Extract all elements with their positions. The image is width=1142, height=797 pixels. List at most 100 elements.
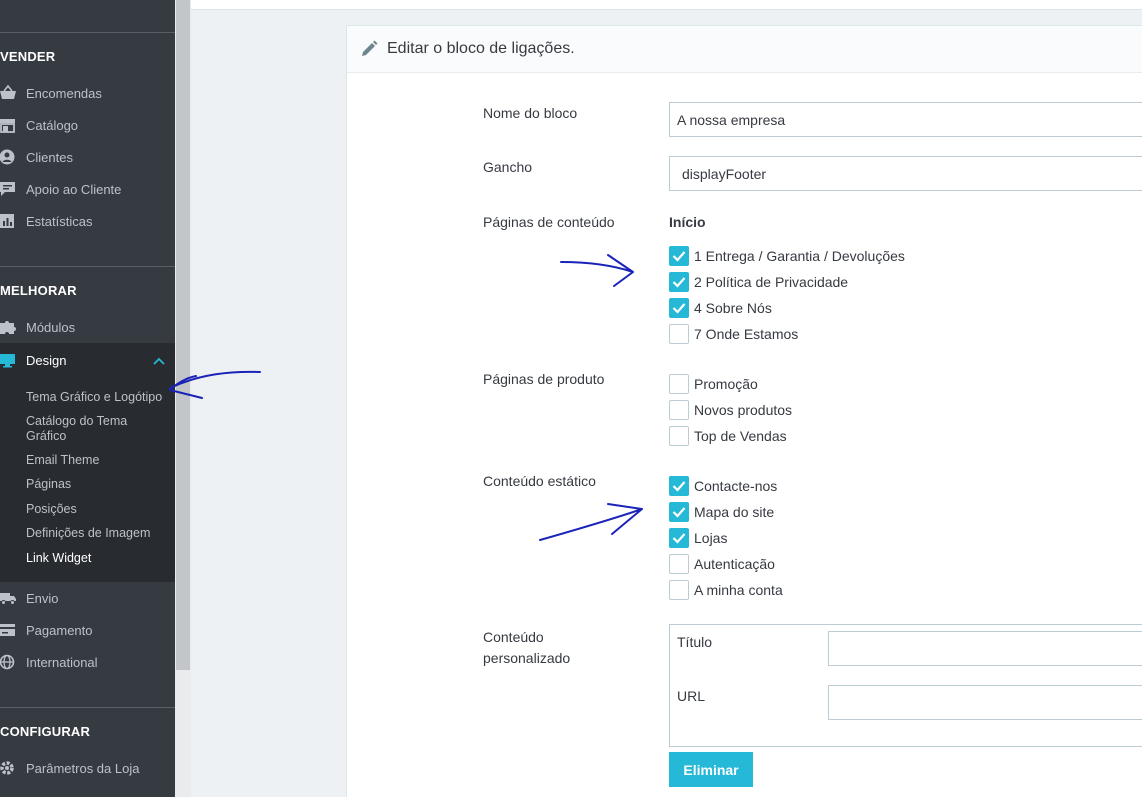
sidebar-item-label: Módulos <box>26 319 76 335</box>
checkbox-label: Contacte-nos <box>694 478 778 494</box>
panel-header: Editar o bloco de ligações. <box>347 26 1142 73</box>
checkbox[interactable] <box>669 528 689 548</box>
custom-content-box: Título URL <box>669 624 1142 747</box>
sidebar-item-shipping[interactable]: Envio <box>0 585 175 611</box>
content-pages-label: Páginas de conteúdo <box>483 214 615 230</box>
checkbox[interactable] <box>669 272 689 292</box>
checkbox-label: Promoção <box>694 376 758 392</box>
design-subitem-theme-logo[interactable]: Tema Gráfico e Logótipo <box>26 390 171 405</box>
sidebar-item-catalog[interactable]: Catálogo <box>0 112 175 138</box>
block-name-input[interactable]: A nossa empresa <box>669 102 1142 137</box>
custom-content-label-line2: personalizado <box>483 650 571 666</box>
checkbox[interactable] <box>669 324 689 344</box>
sidebar-item-label: International <box>26 654 98 670</box>
checkbox-label: Lojas <box>694 530 728 546</box>
section-divider <box>0 707 175 708</box>
custom-content-label: Conteúdo personalizado <box>483 627 570 669</box>
checkbox-label: 1 Entrega / Garantia / Devoluções <box>694 248 905 264</box>
checkbox[interactable] <box>669 246 689 266</box>
hook-label: Gancho <box>483 159 533 175</box>
checkbox-static-authentication[interactable]: Autenticação <box>669 554 775 574</box>
sidebar-item-label: Catálogo <box>26 117 79 133</box>
delete-button[interactable]: Eliminar <box>669 752 753 787</box>
scrollbar-thumb[interactable] <box>176 0 190 670</box>
checkbox-static-sitemap[interactable]: Mapa do site <box>669 502 774 522</box>
sidebar-item-international[interactable]: International <box>0 649 175 675</box>
checkbox[interactable] <box>669 502 689 522</box>
checkbox-product-promotion[interactable]: Promoção <box>669 374 758 394</box>
checkbox[interactable] <box>669 400 689 420</box>
sidebar-item-customer-service[interactable]: Apoio ao Cliente <box>0 176 175 202</box>
design-menu: Design Tema Gráfico e Logótipo Catálogo … <box>0 343 175 582</box>
checkbox-static-stores[interactable]: Lojas <box>669 528 727 548</box>
checkbox[interactable] <box>669 426 689 446</box>
checkbox-label: Mapa do site <box>694 504 775 520</box>
sidebar-item-label: Apoio ao Cliente <box>26 181 122 197</box>
design-subitem-pages[interactable]: Páginas <box>26 477 171 492</box>
chevron-up-icon[interactable] <box>153 354 165 369</box>
basket-icon <box>0 85 22 101</box>
hook-select[interactable]: displayFooter <box>669 156 1142 191</box>
checkbox[interactable] <box>669 554 689 574</box>
content-pages-group-title: Início <box>669 214 706 230</box>
sidebar-scrollbar[interactable] <box>175 0 191 797</box>
credit-card-icon <box>0 622 22 638</box>
checkbox-product-new[interactable]: Novos produtos <box>669 400 792 420</box>
section-divider <box>0 266 175 267</box>
checkbox[interactable] <box>669 580 689 600</box>
chat-icon <box>0 181 22 197</box>
sidebar-item-label: Parâmetros da Loja <box>26 760 140 776</box>
design-subitem-positions[interactable]: Posições <box>26 502 171 517</box>
checkbox-label: A minha conta <box>694 582 783 598</box>
sidebar: VENDER Encomendas Catálogo Clientes Apoi… <box>0 0 175 797</box>
checkbox-label: 2 Política de Privacidade <box>694 274 849 290</box>
hook-value: displayFooter <box>682 165 767 182</box>
sidebar-item-label: Estatísticas <box>26 213 93 229</box>
sidebar-item-modules[interactable]: Módulos <box>0 314 175 340</box>
checkbox-label: Novos produtos <box>694 402 793 418</box>
gear-icon <box>0 760 22 776</box>
custom-url-label: URL <box>677 688 706 704</box>
pencil-icon <box>359 39 379 59</box>
design-subitem-theme-catalog[interactable]: Catálogo do Tema Gráfico <box>26 414 146 444</box>
sidebar-item-label: Encomendas <box>26 85 102 101</box>
checkbox-static-contact[interactable]: Contacte-nos <box>669 476 777 496</box>
section-title-improve: MELHORAR <box>0 283 77 298</box>
section-title-configure: CONFIGURAR <box>0 724 91 739</box>
block-name-value: A nossa empresa <box>677 111 786 128</box>
monitor-icon <box>0 352 22 368</box>
checkbox[interactable] <box>669 298 689 318</box>
sidebar-item-stats[interactable]: Estatísticas <box>0 208 175 234</box>
sidebar-item-design[interactable]: Design <box>0 343 175 377</box>
user-circle-icon <box>0 149 22 165</box>
puzzle-icon <box>0 319 22 335</box>
design-subitem-email-theme[interactable]: Email Theme <box>26 453 171 468</box>
sidebar-item-shop-parameters[interactable]: Parâmetros da Loja <box>0 755 175 781</box>
checkbox[interactable] <box>669 374 689 394</box>
sidebar-item-customers[interactable]: Clientes <box>0 144 175 170</box>
custom-url-input[interactable] <box>828 685 1142 720</box>
section-title-sell: VENDER <box>0 49 56 64</box>
checkbox-label: Top de Vendas <box>694 428 787 444</box>
checkbox-content-page-4[interactable]: 4 Sobre Nós <box>669 298 772 318</box>
header-strip <box>191 0 1142 10</box>
custom-title-input[interactable] <box>828 631 1142 666</box>
sidebar-item-label: Pagamento <box>26 622 93 638</box>
checkbox-product-best-sales[interactable]: Top de Vendas <box>669 426 787 446</box>
design-subitem-link-widget[interactable]: Link Widget <box>26 551 171 566</box>
sidebar-item-orders[interactable]: Encomendas <box>0 80 175 106</box>
sidebar-item-label: Design <box>26 352 67 368</box>
product-pages-label: Páginas de produto <box>483 371 605 387</box>
checkbox-static-my-account[interactable]: A minha conta <box>669 580 783 600</box>
checkbox-content-page-7[interactable]: 7 Onde Estamos <box>669 324 798 344</box>
checkbox-content-page-1[interactable]: 1 Entrega / Garantia / Devoluções <box>669 246 905 266</box>
store-icon <box>0 117 22 133</box>
design-subitem-image-settings[interactable]: Definições de Imagem <box>26 526 171 541</box>
checkbox[interactable] <box>669 476 689 496</box>
checkbox-content-page-2[interactable]: 2 Política de Privacidade <box>669 272 848 292</box>
checkbox-label: 7 Onde Estamos <box>694 326 799 342</box>
globe-icon <box>0 654 22 670</box>
custom-title-label: Título <box>677 634 713 650</box>
truck-icon <box>0 590 22 606</box>
sidebar-item-payment[interactable]: Pagamento <box>0 617 175 643</box>
